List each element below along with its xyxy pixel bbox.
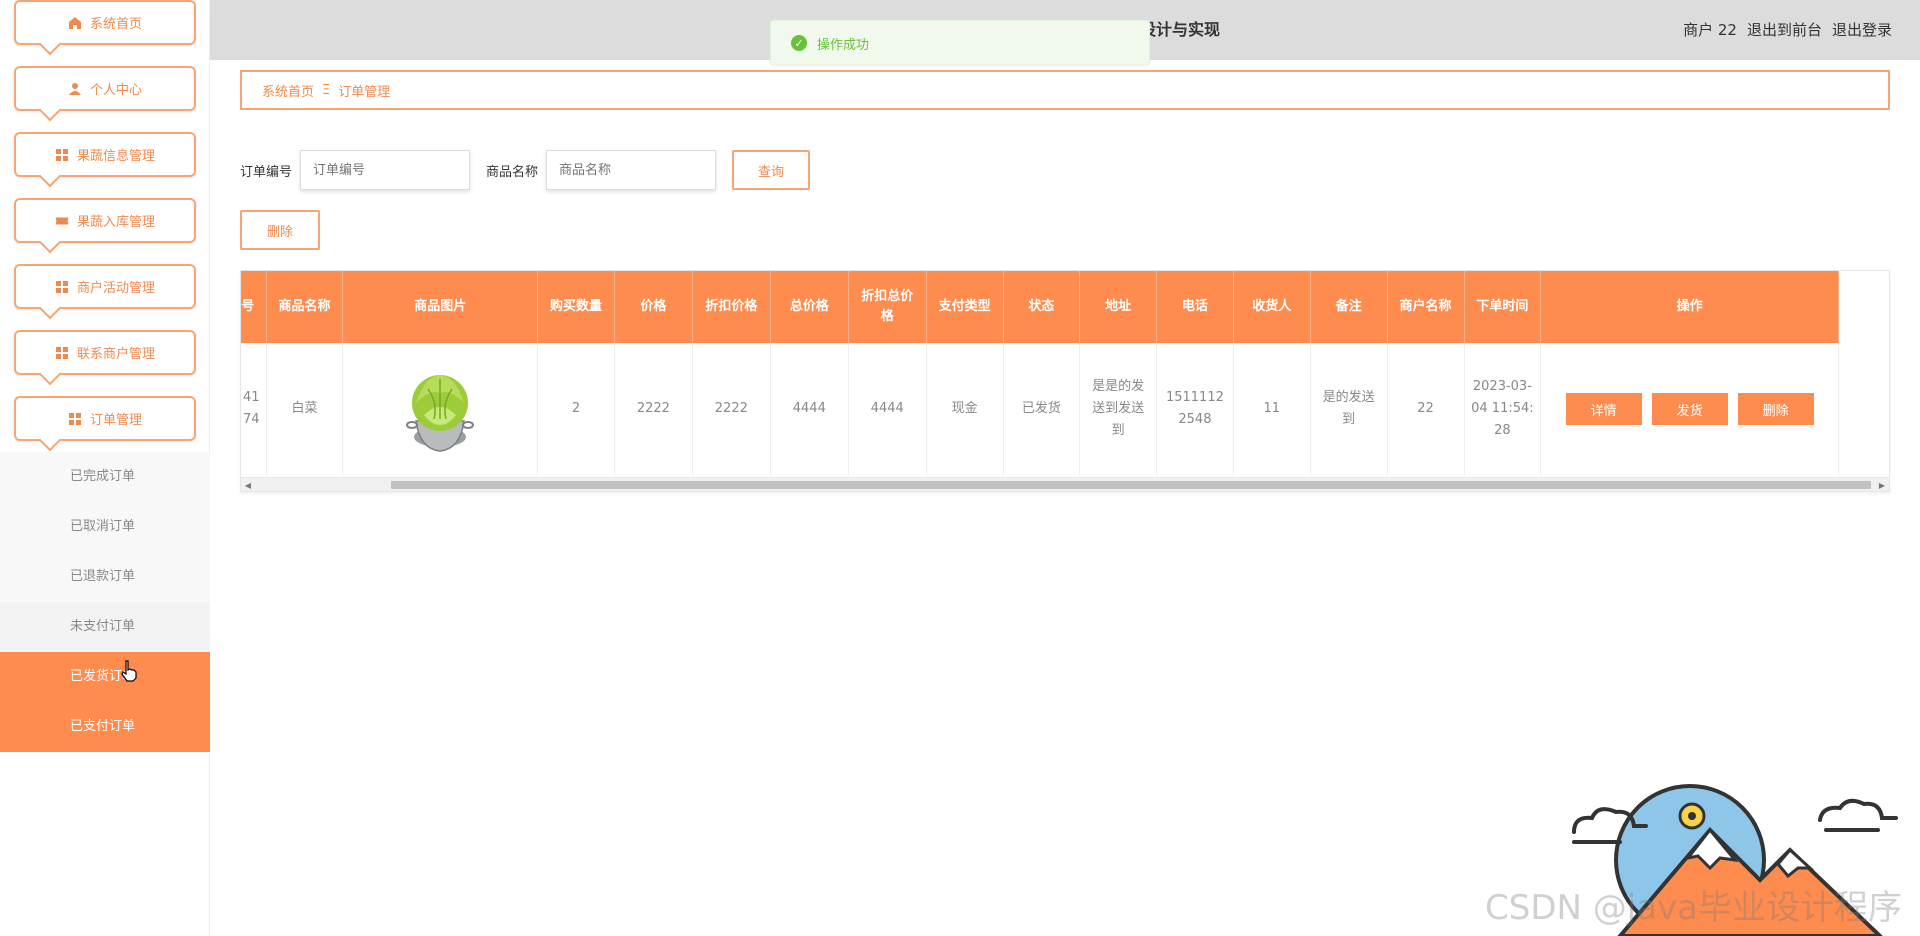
table-header-row: 订单编号 商品名称 商品图片 购买数量 价格 折扣价格 总价格 折扣总价格 支付… xyxy=(241,271,1839,343)
col-pay-type: 支付类型 xyxy=(926,271,1004,343)
table-row: 41 74 白菜 2 2222 2222 4444 4444 现金 已发货 是是… xyxy=(241,343,1839,475)
menu-contact-merchant[interactable]: 联系商户管理 xyxy=(14,330,196,375)
batch-delete-button[interactable]: 删除 xyxy=(240,210,320,250)
success-toast: ✓ 操作成功 xyxy=(770,20,1150,66)
ticket-icon xyxy=(55,214,69,228)
cell-price: 2222 xyxy=(614,343,693,475)
user-icon xyxy=(68,82,82,96)
cell-receiver: 11 xyxy=(1233,343,1311,475)
menu-label: 商户活动管理 xyxy=(76,281,155,296)
grid-icon xyxy=(55,346,69,360)
submenu-paid-orders[interactable]: 已支付订单 xyxy=(0,702,210,752)
menu-order-management[interactable]: 订单管理 xyxy=(14,396,196,441)
cell-order-time: 2023-03-04 11:54:28 xyxy=(1464,343,1542,475)
cell-goods-name: 白菜 xyxy=(266,343,344,475)
grid-icon xyxy=(55,280,69,294)
submenu-shipped-orders[interactable]: 已发货订单 xyxy=(0,652,210,702)
detail-button[interactable]: 详情 xyxy=(1565,393,1642,425)
sidebar: 系统首页 个人中心 果蔬信息管理 果蔬入库管理 商户活动管理 联系商户管理 订单… xyxy=(0,0,210,936)
scrollbar-thumb[interactable] xyxy=(391,481,1871,489)
col-total: 总价格 xyxy=(770,271,849,343)
submenu-cancelled-orders[interactable]: 已取消订单 xyxy=(0,502,210,552)
submenu-unpaid-orders[interactable]: 未支付订单 xyxy=(0,602,210,652)
cell-address: 是是的发送到发送到 xyxy=(1079,343,1158,475)
menu-label: 订单管理 xyxy=(89,413,142,428)
cell-goods-image xyxy=(342,343,539,475)
menu-label: 果蔬信息管理 xyxy=(76,149,155,164)
search-bar: 订单编号 商品名称 查询 xyxy=(240,150,811,190)
cell-order-no: 41 74 xyxy=(241,343,267,475)
menu-produce-stock[interactable]: 果蔬入库管理 xyxy=(14,198,196,243)
menu-label: 果蔬入库管理 xyxy=(76,215,155,230)
col-receiver: 收货人 xyxy=(1233,271,1311,343)
order-no-label: 订单编号 xyxy=(240,164,293,180)
cell-actions: 详情 发货 删除 xyxy=(1540,343,1839,475)
cell-phone: 15111122548 xyxy=(1156,343,1234,475)
cell-quantity: 2 xyxy=(537,343,615,475)
submenu-completed-orders[interactable]: 已完成订单 xyxy=(0,452,210,502)
col-actions: 操作 xyxy=(1540,271,1839,343)
submenu-refunded-orders[interactable]: 已退款订单 xyxy=(0,552,210,602)
breadcrumb-home[interactable]: 系统首页 xyxy=(262,81,314,100)
menu-merchant-activity[interactable]: 商户活动管理 xyxy=(14,264,196,309)
menu-personal-center[interactable]: 个人中心 xyxy=(14,66,196,111)
cell-status: 已发货 xyxy=(1003,343,1081,475)
menu-produce-info[interactable]: 果蔬信息管理 xyxy=(14,132,196,177)
col-discount-total: 折扣总价格 xyxy=(848,271,927,343)
scroll-left-icon[interactable]: ◀ xyxy=(241,478,255,491)
col-price: 价格 xyxy=(614,271,693,343)
col-merchant: 商户名称 xyxy=(1387,271,1465,343)
col-quantity: 购买数量 xyxy=(537,271,615,343)
cell-discount-total: 4444 xyxy=(848,343,927,475)
logout-link[interactable]: 退出登录 xyxy=(1832,0,1892,60)
menu-label: 联系商户管理 xyxy=(76,347,155,362)
cell-total: 4444 xyxy=(770,343,849,475)
hand-cursor-icon xyxy=(121,660,137,682)
breadcrumb-current: 订单管理 xyxy=(338,84,391,100)
grid-icon xyxy=(68,412,82,426)
col-status: 状态 xyxy=(1003,271,1081,343)
col-goods-name: 商品名称 xyxy=(266,271,344,343)
menu-label: 系统首页 xyxy=(89,17,142,32)
scroll-right-icon[interactable]: ▶ xyxy=(1875,478,1889,491)
delete-button[interactable]: 删除 xyxy=(1737,393,1814,425)
back-to-front-link[interactable]: 退出到前台 xyxy=(1747,0,1822,60)
system-title: 设计与实现 xyxy=(1140,20,1221,39)
goods-name-input[interactable] xyxy=(546,150,717,190)
horizontal-scrollbar[interactable]: ◀ ▶ xyxy=(241,477,1889,491)
menu-home[interactable]: 系统首页 xyxy=(14,0,196,45)
breadcrumb: 系统首页 Ξ 订单管理 xyxy=(240,70,1890,110)
cell-discount-price: 2222 xyxy=(692,343,771,475)
order-no-input[interactable] xyxy=(300,150,471,190)
breadcrumb-separator: Ξ xyxy=(322,82,331,98)
col-order-time: 下单时间 xyxy=(1464,271,1542,343)
toast-text: 操作成功 xyxy=(817,37,870,53)
col-phone: 电话 xyxy=(1156,271,1234,343)
check-circle-icon: ✓ xyxy=(791,35,807,51)
order-submenu: 已完成订单 已取消订单 已退款订单 未支付订单 已发货订单 已支付订单 xyxy=(0,452,210,752)
ship-button[interactable]: 发货 xyxy=(1651,393,1728,425)
watermark-text: CSDN @java毕业设计程序 xyxy=(1485,888,1902,928)
cell-pay-type: 现金 xyxy=(926,343,1004,475)
menu-label: 个人中心 xyxy=(89,83,142,98)
col-address: 地址 xyxy=(1079,271,1158,343)
query-button[interactable]: 查询 xyxy=(732,150,811,190)
col-order-no: 订单编号 xyxy=(241,271,267,343)
grid-icon xyxy=(55,148,69,162)
cell-merchant: 22 xyxy=(1387,343,1465,475)
current-user: 商户 22 xyxy=(1683,21,1737,39)
col-discount-price: 折扣价格 xyxy=(692,271,771,343)
col-remark: 备注 xyxy=(1310,271,1388,343)
goods-name-label: 商品名称 xyxy=(486,164,539,180)
home-icon xyxy=(68,16,82,30)
cabbage-image xyxy=(406,375,475,452)
orders-table: 订单编号 商品名称 商品图片 购买数量 价格 折扣价格 总价格 折扣总价格 支付… xyxy=(240,270,1890,492)
col-goods-image: 商品图片 xyxy=(342,271,539,343)
cell-remark: 是的发送到 xyxy=(1310,343,1388,475)
